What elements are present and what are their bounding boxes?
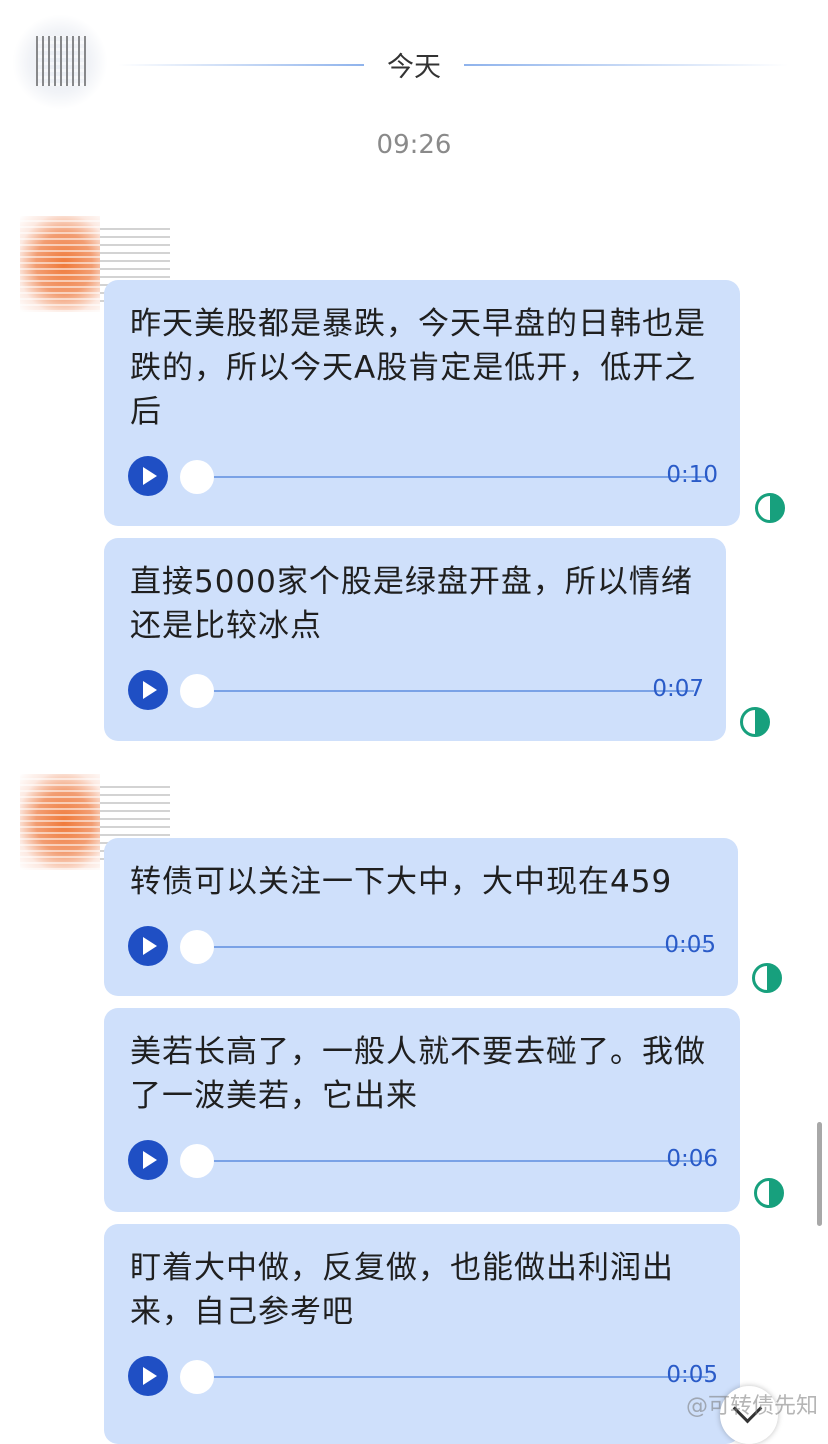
partial-circle-icon: [754, 1178, 784, 1208]
voice-player: 0:06: [128, 1140, 718, 1182]
play-icon[interactable]: [128, 926, 168, 966]
progress-track[interactable]: [198, 946, 706, 948]
voice-message-bubble[interactable]: 转债可以关注一下大中，大中现在459 0:05: [104, 838, 738, 996]
progress-track[interactable]: [198, 1376, 708, 1378]
progress-knob[interactable]: [180, 1360, 214, 1394]
date-divider: 今天: [0, 0, 828, 130]
play-icon[interactable]: [128, 670, 168, 710]
watermark: @可转债先知: [685, 1394, 818, 1419]
play-icon[interactable]: [128, 456, 168, 496]
sender-avatar-image: [20, 774, 100, 870]
scrollbar[interactable]: [817, 1122, 822, 1226]
voice-message-bubble[interactable]: 昨天美股都是暴跌，今天早盘的日韩也是跌的，所以今天A股肯定是低开，低开之后 0:…: [104, 280, 740, 526]
voice-duration: 0:05: [666, 1362, 718, 1388]
voice-message-bubble[interactable]: 盯着大中做，反复做，也能做出利润出来，自己参考吧 0:05: [104, 1224, 740, 1444]
sender-avatar-image: [20, 216, 100, 312]
progress-knob[interactable]: [180, 460, 214, 494]
voice-duration: 0:07: [652, 676, 704, 702]
play-icon[interactable]: [128, 1356, 168, 1396]
message-text: 直接5000家个股是绿盘开盘，所以情绪还是比较冰点: [130, 564, 693, 644]
message-timestamp: 09:26: [376, 130, 452, 160]
voice-message-bubble[interactable]: 美若长高了，一般人就不要去碰了。我做了一波美若，它出来 0:06: [104, 1008, 740, 1212]
divider-line-right: [464, 64, 788, 66]
message-text: 转债可以关注一下大中，大中现在459: [130, 864, 673, 900]
progress-track[interactable]: [198, 690, 694, 692]
voice-duration: 0:10: [666, 462, 718, 488]
voice-duration: 0:06: [666, 1146, 718, 1172]
message-text: 昨天美股都是暴跌，今天早盘的日韩也是跌的，所以今天A股肯定是低开，低开之后: [130, 306, 706, 430]
message-text: 美若长高了，一般人就不要去碰了。我做了一波美若，它出来: [130, 1034, 706, 1114]
progress-knob[interactable]: [180, 674, 214, 708]
voice-player: 0:07: [128, 670, 704, 712]
partial-circle-icon: [752, 963, 782, 993]
progress-track[interactable]: [198, 1160, 708, 1162]
voice-player: 0:10: [128, 456, 718, 498]
voice-message-bubble[interactable]: 直接5000家个股是绿盘开盘，所以情绪还是比较冰点 0:07: [104, 538, 726, 741]
voice-duration: 0:05: [664, 932, 716, 958]
progress-knob[interactable]: [180, 930, 214, 964]
partial-circle-icon: [740, 707, 770, 737]
divider-line-left: [118, 64, 364, 66]
voice-player: 0:05: [128, 1356, 718, 1398]
message-text: 盯着大中做，反复做，也能做出利润出来，自己参考吧: [130, 1250, 674, 1330]
self-avatar-image: [36, 36, 86, 86]
progress-knob[interactable]: [180, 1144, 214, 1178]
progress-track[interactable]: [198, 476, 708, 478]
partial-circle-icon: [755, 493, 785, 523]
self-avatar[interactable]: [12, 14, 108, 110]
play-icon[interactable]: [128, 1140, 168, 1180]
date-divider-label: 今天: [387, 52, 441, 83]
voice-player: 0:05: [128, 926, 716, 968]
